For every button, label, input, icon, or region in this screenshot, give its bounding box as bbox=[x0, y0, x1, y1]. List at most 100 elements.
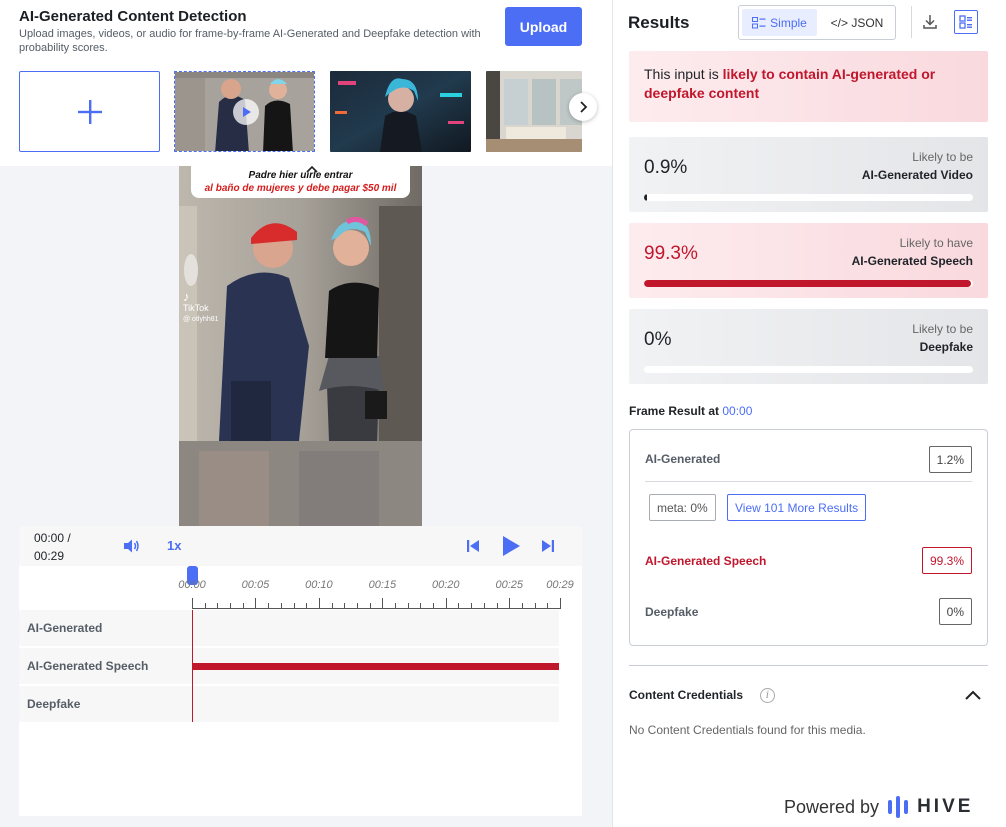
timeline-track-ai-generated: AI-Generated bbox=[19, 610, 559, 646]
media-thumbnails bbox=[19, 71, 582, 153]
thumbnail-video-selected[interactable] bbox=[174, 71, 315, 152]
content-credentials-toggle[interactable] bbox=[964, 688, 982, 707]
frame-result-heading: Frame Result at 00:00 bbox=[629, 404, 752, 418]
content-credentials-title[interactable]: Content Credentials bbox=[629, 688, 743, 702]
chevron-right-icon bbox=[580, 101, 588, 113]
video-frame-image bbox=[179, 166, 422, 526]
skip-forward-button[interactable] bbox=[540, 538, 556, 554]
verdict-prefix: This input is bbox=[644, 66, 723, 82]
score-card-deepfake: 0% Likely to be Deepfake bbox=[629, 309, 988, 384]
thumbnail-image-cyberpunk[interactable] bbox=[330, 71, 471, 152]
playback-time: 00:00 / 00:29 bbox=[34, 529, 71, 565]
timeline-tick-label: 00:10 bbox=[305, 579, 333, 591]
skip-forward-icon bbox=[542, 540, 554, 552]
timeline-tick-label: 00:29 bbox=[546, 579, 574, 591]
play-icon bbox=[503, 536, 520, 556]
frame-result-panel: AI-Generated 1.2% meta: 0% View 101 More… bbox=[629, 429, 988, 646]
powered-by-label: Powered by bbox=[784, 796, 880, 817]
skip-back-icon bbox=[467, 540, 479, 552]
timeline-tick-label: 00:25 bbox=[495, 579, 523, 591]
play-overlay bbox=[233, 99, 259, 125]
score-bar-fill bbox=[644, 194, 648, 201]
page-title: AI-Generated Content Detection bbox=[19, 8, 247, 25]
json-view-button[interactable]: </> JSON bbox=[821, 9, 893, 36]
timeline-ruler[interactable]: 00:00 00:05 00:10 00:15 00:20 00:25 00:29 bbox=[19, 566, 582, 610]
play-button[interactable] bbox=[500, 534, 522, 558]
info-icon[interactable]: i bbox=[760, 688, 775, 703]
timeline-playhead bbox=[192, 610, 193, 722]
page-subtitle: Upload images, videos, or audio for fram… bbox=[19, 28, 481, 54]
timeline-track-deepfake: Deepfake bbox=[19, 686, 559, 722]
video-caption: Padre hier uirle entrar al baño de mujer… bbox=[191, 166, 410, 198]
upload-button[interactable]: Upload bbox=[505, 7, 582, 46]
list-view-button[interactable] bbox=[954, 10, 978, 34]
frame-deepfake-value: 0% bbox=[938, 598, 972, 625]
hive-logo-icon bbox=[888, 796, 909, 818]
chevron-up-icon[interactable] bbox=[305, 166, 319, 174]
cyberpunk-thumbnail-image bbox=[330, 71, 471, 152]
track-bar-ai-speech bbox=[192, 663, 559, 670]
score-caption: Likely to be bbox=[912, 150, 973, 164]
tiktok-watermark: ♪ TikTok @ otlyhh81 bbox=[183, 290, 219, 325]
volume-icon bbox=[124, 539, 139, 553]
results-title: Results bbox=[628, 13, 690, 32]
frame-ai-generated-value: 1.2% bbox=[928, 446, 972, 473]
current-time: 00:00 / bbox=[34, 531, 71, 545]
frame-deepfake-label: Deepfake bbox=[645, 605, 699, 619]
score-percent: 0% bbox=[644, 329, 672, 350]
tiktok-watermark-handle: @ otlyhh81 bbox=[183, 316, 219, 323]
track-label-ai-speech: AI-Generated Speech bbox=[27, 659, 149, 673]
content-credentials-divider bbox=[629, 665, 988, 666]
score-caption: Likely to have bbox=[899, 236, 973, 250]
simple-view-icon bbox=[752, 16, 766, 28]
frame-speech-label: AI-Generated Speech bbox=[645, 554, 767, 568]
video-preview[interactable]: Padre hier uirle entrar al baño de mujer… bbox=[179, 166, 422, 526]
tiktok-watermark-label: TikTok bbox=[183, 303, 209, 313]
frame-result-time: 00:00 bbox=[722, 404, 753, 418]
playback-speed[interactable]: 1x bbox=[167, 538, 181, 553]
caption-line-2: al baño de mujeres y debe pagar $50 mil bbox=[204, 183, 397, 194]
frame-result-label: Frame Result at bbox=[629, 404, 720, 418]
thumbnails-next-button[interactable] bbox=[569, 93, 597, 121]
thumbnail-image-interior[interactable] bbox=[486, 71, 582, 152]
volume-button[interactable] bbox=[121, 537, 141, 555]
results-pane: Results Simple </> JSON This input is li… bbox=[612, 0, 1006, 827]
timeline-tick-label: 00:20 bbox=[432, 579, 460, 591]
score-bar-fill bbox=[644, 280, 971, 287]
skip-back-button[interactable] bbox=[465, 538, 481, 554]
score-caption: Likely to be bbox=[912, 322, 973, 336]
content-credentials-note: No Content Credentials found for this me… bbox=[629, 723, 866, 737]
caption-line-1: Padre hier uirle entrar bbox=[248, 170, 353, 181]
score-category: AI-Generated Video bbox=[861, 168, 973, 182]
simple-view-label: Simple bbox=[770, 15, 807, 30]
score-bar bbox=[644, 366, 973, 373]
simple-view-button[interactable]: Simple bbox=[742, 9, 817, 36]
score-bar bbox=[644, 280, 973, 287]
upload-header: AI-Generated Content Detection Upload im… bbox=[0, 0, 612, 166]
score-card-ai-speech: 99.3% Likely to have AI-Generated Speech bbox=[629, 223, 988, 298]
frame-ai-generated-label: AI-Generated bbox=[645, 452, 721, 466]
duration: 00:29 bbox=[34, 549, 65, 563]
list-view-icon bbox=[959, 15, 972, 29]
timeline-tick-label: 00:15 bbox=[368, 579, 397, 591]
timeline-track-ai-speech: AI-Generated Speech bbox=[19, 648, 559, 684]
score-percent: 99.3% bbox=[644, 243, 698, 264]
timeline-baseline bbox=[192, 608, 561, 609]
view-more-results-button[interactable]: View 101 More Results bbox=[727, 494, 867, 521]
play-icon bbox=[243, 107, 251, 117]
score-percent: 0.9% bbox=[644, 157, 688, 178]
toolbar-separator bbox=[911, 6, 912, 38]
brand-name: HIVE bbox=[917, 796, 974, 817]
frame-speech-value: 99.3% bbox=[921, 547, 972, 574]
add-media-button[interactable] bbox=[19, 71, 160, 152]
download-button[interactable] bbox=[920, 12, 940, 32]
track-label-ai-generated: AI-Generated bbox=[27, 621, 103, 635]
score-card-ai-video: 0.9% Likely to be AI-Generated Video bbox=[629, 137, 988, 212]
video-player: 00:00 / 00:29 1x 00:00 00:05 00:10 00:15… bbox=[19, 526, 582, 816]
powered-by-footer: Powered by HIVE bbox=[784, 795, 973, 819]
chevron-up-icon bbox=[965, 690, 981, 700]
track-label-deepfake: Deepfake bbox=[27, 697, 81, 711]
plus-icon bbox=[77, 99, 102, 124]
score-category: AI-Generated Speech bbox=[851, 254, 973, 268]
frame-divider bbox=[645, 481, 972, 482]
